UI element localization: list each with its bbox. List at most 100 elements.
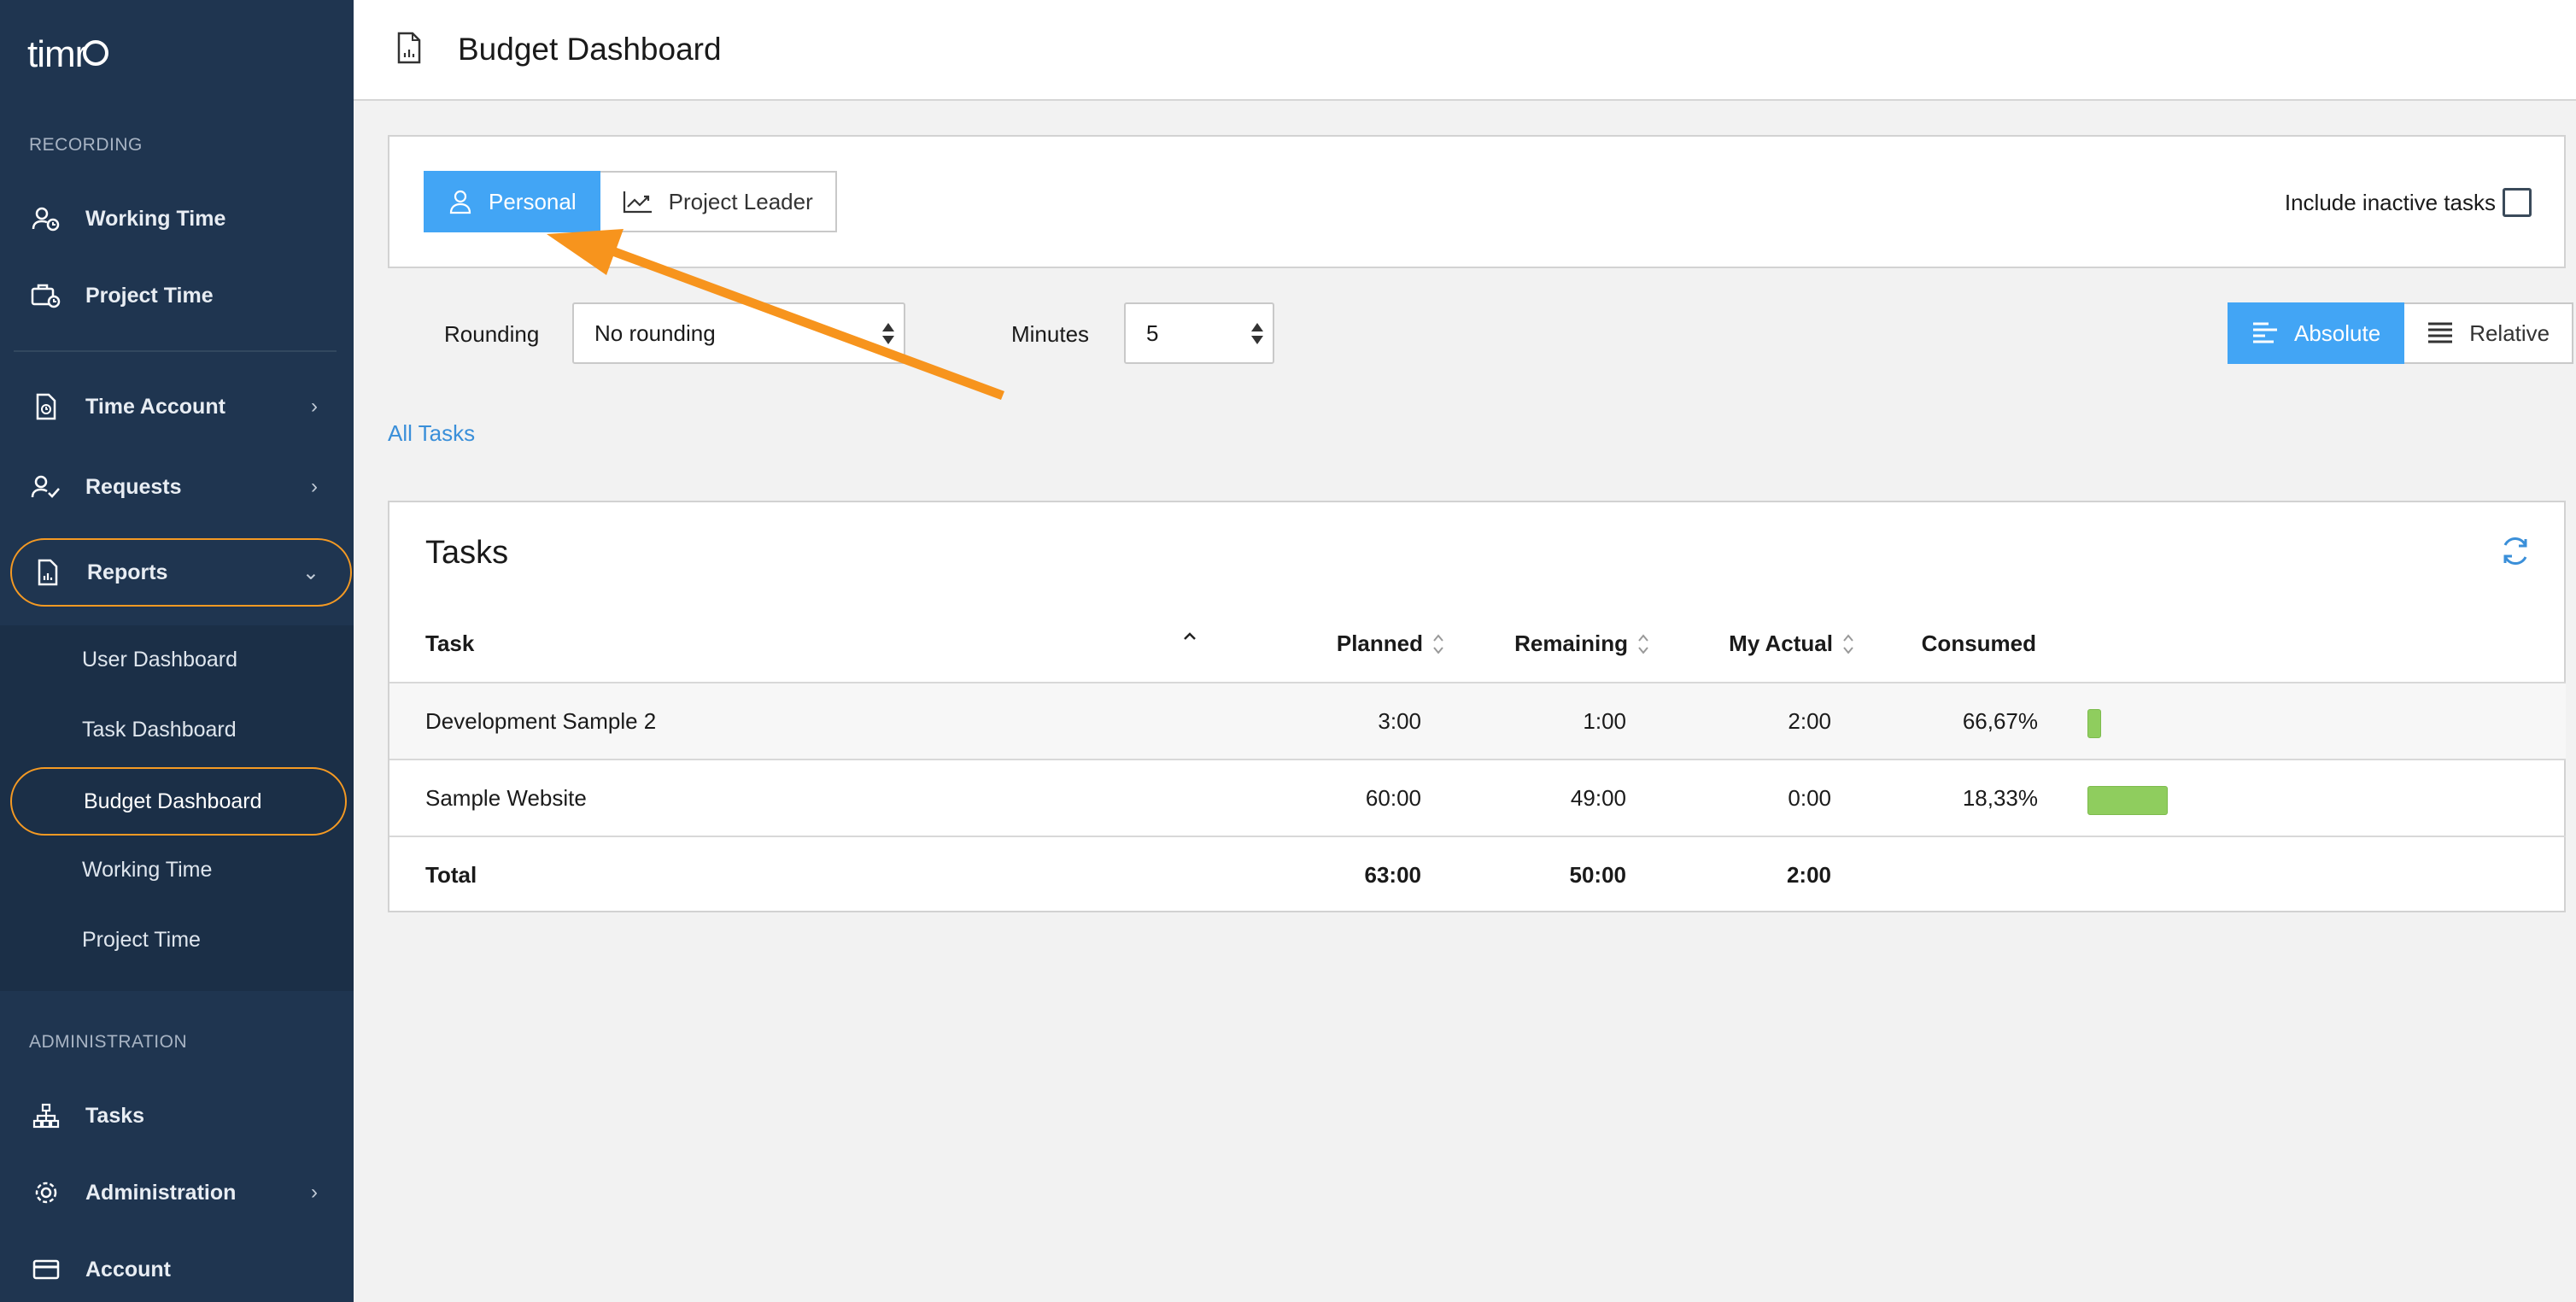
- absolute-label: Absolute: [2294, 320, 2381, 346]
- column-label: Task: [425, 630, 475, 656]
- column-label: Remaining: [1514, 630, 1628, 656]
- personal-button[interactable]: Personal: [424, 171, 600, 232]
- chevron-right-icon: ›: [311, 1181, 318, 1204]
- sort-icon: [1636, 632, 1650, 656]
- sitemap-icon: [26, 1103, 67, 1129]
- minutes-label: Minutes: [1011, 321, 1090, 347]
- consumed-bar: [2087, 786, 2168, 815]
- my-actual-value: 0:00: [1788, 784, 1831, 811]
- align-left-icon: [2251, 321, 2279, 345]
- remaining-value: 49:00: [1570, 784, 1626, 811]
- tasks-title: Tasks: [425, 535, 509, 571]
- sidebar-label: Working Time: [85, 206, 226, 231]
- task-name[interactable]: Development Sample 2: [425, 683, 656, 759]
- sidebar-label: Administration: [85, 1180, 237, 1205]
- sidebar-label: Project Time: [85, 283, 214, 308]
- sidebar-subitem-project-time[interactable]: Project Time: [10, 907, 347, 972]
- timr-logo[interactable]: timr: [27, 29, 109, 80]
- sort-ascending-icon[interactable]: [1182, 630, 1197, 641]
- sidebar: timr RECORDING Working Time Project Time…: [0, 0, 354, 1302]
- user-check-icon: [26, 474, 67, 500]
- sidebar-label: Reports: [87, 560, 168, 584]
- sidebar-subitem-working-time[interactable]: Working Time: [10, 837, 347, 902]
- sidebar-item-administration[interactable]: Administration ›: [10, 1160, 352, 1225]
- sidebar-label: Time Account: [85, 394, 225, 419]
- planned-value: 60:00: [1365, 784, 1421, 811]
- my-actual-value: 2:00: [1788, 707, 1831, 734]
- table-row[interactable]: Sample Website 60:00 49:00 0:00 18,33%: [389, 759, 2566, 836]
- column-header-my-actual[interactable]: My Actual: [1729, 630, 1855, 657]
- sidebar-item-project-time[interactable]: Project Time: [10, 263, 352, 328]
- tasks-panel: Tasks Task Planned Remaining My Actual C…: [388, 501, 2566, 912]
- personal-label: Personal: [489, 188, 577, 214]
- sidebar-subitem-task-dashboard[interactable]: Task Dashboard: [10, 697, 347, 762]
- consumed-bar: [2087, 709, 2101, 738]
- sidebar-item-time-account[interactable]: Time Account ›: [10, 374, 352, 439]
- display-mode-toggle: Absolute Relative: [2228, 302, 2574, 364]
- column-header-consumed: Consumed: [1922, 630, 2036, 657]
- refresh-icon[interactable]: [2499, 535, 2532, 572]
- sidebar-subitem-budget-dashboard[interactable]: Budget Dashboard: [10, 767, 347, 836]
- sidebar-item-working-time[interactable]: Working Time: [10, 186, 352, 251]
- column-label: Consumed: [1921, 630, 2036, 656]
- remaining-value: 1:00: [1583, 707, 1626, 734]
- sidebar-label: Requests: [85, 474, 182, 499]
- total-my-actual: 2:00: [1786, 861, 1831, 888]
- task-name[interactable]: Sample Website: [425, 760, 587, 836]
- table-total-row: Total 63:00 50:00 2:00: [389, 836, 2566, 912]
- page-title: Budget Dashboard: [458, 32, 722, 67]
- rounding-select[interactable]: No rounding: [572, 302, 905, 364]
- credit-card-icon: [26, 1258, 67, 1281]
- absolute-button[interactable]: Absolute: [2228, 302, 2405, 364]
- page-header: Budget Dashboard: [354, 0, 2576, 101]
- rounding-label: Rounding: [444, 321, 540, 347]
- section-label-recording: RECORDING: [29, 135, 143, 155]
- sidebar-item-reports[interactable]: Reports ⌄: [10, 538, 352, 607]
- sidebar-item-requests[interactable]: Requests ›: [10, 455, 352, 519]
- total-label: Total: [425, 861, 477, 888]
- report-document-icon: [27, 559, 68, 586]
- column-header-task[interactable]: Task: [425, 630, 474, 657]
- include-inactive-label: Include inactive tasks: [2284, 190, 2496, 215]
- all-tasks-link[interactable]: All Tasks: [388, 420, 475, 447]
- project-leader-button[interactable]: Project Leader: [600, 171, 837, 232]
- column-label: My Actual: [1729, 630, 1833, 656]
- report-document-icon: [396, 32, 422, 68]
- select-arrows-icon: [881, 321, 895, 349]
- sidebar-label: Tasks: [85, 1103, 145, 1128]
- sidebar-divider: [14, 350, 337, 352]
- minutes-value: 5: [1146, 320, 1159, 346]
- rounding-value: No rounding: [594, 320, 716, 346]
- sidebar-item-tasks[interactable]: Tasks: [10, 1083, 352, 1148]
- total-planned: 63:00: [1364, 861, 1422, 888]
- logo-ring-icon: [83, 40, 109, 66]
- sidebar-subitem-user-dashboard[interactable]: User Dashboard: [10, 627, 347, 692]
- sidebar-item-account[interactable]: Account: [10, 1237, 352, 1302]
- chevron-right-icon: ›: [311, 395, 318, 418]
- column-header-remaining[interactable]: Remaining: [1514, 630, 1650, 657]
- user-icon: [448, 189, 473, 214]
- sidebar-label: Account: [85, 1257, 171, 1281]
- user-clock-icon: [26, 206, 67, 232]
- trend-chart-icon: [623, 190, 653, 214]
- select-arrows-icon: [1250, 321, 1264, 349]
- view-filter-panel: Personal Project Leader Include inactive…: [388, 135, 2566, 268]
- column-header-planned[interactable]: Planned: [1337, 630, 1445, 657]
- include-inactive-checkbox[interactable]: [2503, 188, 2532, 217]
- consumed-value: 66,67%: [1962, 707, 2038, 734]
- chevron-right-icon: ›: [311, 475, 318, 498]
- relative-button[interactable]: Relative: [2404, 302, 2574, 364]
- section-label-administration: ADMINISTRATION: [29, 1032, 188, 1052]
- planned-value: 3:00: [1378, 707, 1421, 734]
- consumed-value: 18,33%: [1962, 784, 2038, 811]
- minutes-select[interactable]: 5: [1124, 302, 1274, 364]
- document-clock-icon: [26, 393, 67, 420]
- justify-lines-icon: [2427, 321, 2454, 345]
- sort-icon: [1841, 632, 1855, 656]
- relative-label: Relative: [2469, 320, 2550, 346]
- view-toggle: Personal Project Leader: [424, 171, 837, 232]
- table-row[interactable]: Development Sample 2 3:00 1:00 2:00 66,6…: [389, 682, 2566, 759]
- chevron-down-icon: ⌄: [302, 560, 319, 584]
- logo-text: timr: [27, 33, 87, 75]
- total-remaining: 50:00: [1569, 861, 1627, 888]
